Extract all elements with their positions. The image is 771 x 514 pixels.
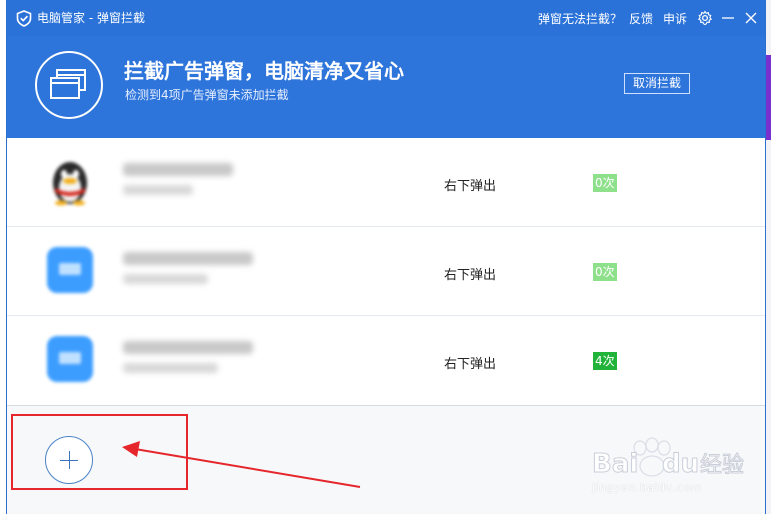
app-icon xyxy=(47,247,93,293)
feedback-link[interactable]: 反馈 xyxy=(629,10,653,27)
header-banner: 拦截广告弹窗，电脑清净又省心 检测到4项广告弹窗未添加拦截 取消拦截 xyxy=(7,36,765,138)
app-name-blurred xyxy=(123,252,253,265)
app-name-blurred xyxy=(123,163,233,176)
title-bar[interactable]: 电脑管家 - 弹窗拦截 弹窗无法拦截？ 反馈 申诉 xyxy=(7,0,765,36)
window-title: 电脑管家 - 弹窗拦截 xyxy=(37,11,145,25)
highlight-box xyxy=(11,414,188,490)
svg-text:经验: 经验 xyxy=(700,453,744,478)
svg-text:du: du xyxy=(662,449,699,479)
watermark-url: jingyan.baidu.com xyxy=(592,481,703,494)
close-icon[interactable] xyxy=(743,10,759,26)
minimize-icon[interactable] xyxy=(720,10,736,26)
cannot-block-link[interactable]: 弹窗无法拦截？ xyxy=(538,10,622,27)
app-desc-blurred xyxy=(123,363,218,373)
screen: 电脑管家 - 弹窗拦截 弹窗无法拦截？ 反馈 申诉 拦截广告弹窗，电脑清净又省心… xyxy=(0,0,771,514)
block-count-badge: 4次 xyxy=(593,352,617,370)
qq-penguin-icon xyxy=(53,162,87,206)
window-block-icon xyxy=(35,51,103,119)
complaint-link[interactable]: 申诉 xyxy=(663,10,687,27)
block-count-badge: 0次 xyxy=(593,174,617,192)
list-item[interactable]: 右下弹出 0次 xyxy=(7,227,765,316)
popup-position: 右下弹出 xyxy=(444,179,497,194)
popup-position: 右下弹出 xyxy=(444,268,497,283)
popup-windows-icon xyxy=(50,69,86,99)
gear-icon[interactable] xyxy=(697,10,713,26)
app-desc-blurred xyxy=(123,274,208,284)
svg-text:Bai: Bai xyxy=(592,449,638,479)
app-name-blurred xyxy=(123,341,253,354)
list-item[interactable]: 右下弹出 0次 xyxy=(7,138,765,227)
block-count-badge: 0次 xyxy=(593,263,617,281)
shield-logo-icon xyxy=(16,10,32,27)
background-window xyxy=(766,0,771,514)
list-item[interactable]: 右下弹出 4次 xyxy=(7,316,765,406)
popup-position: 右下弹出 xyxy=(444,357,497,372)
banner-subtitle: 检测到4项广告弹窗未添加拦截 xyxy=(125,88,289,102)
app-icon xyxy=(47,336,93,382)
background-accent xyxy=(766,55,771,140)
banner-title: 拦截广告弹窗，电脑清净又省心 xyxy=(124,59,404,83)
app-desc-blurred xyxy=(123,185,193,195)
cancel-block-button[interactable]: 取消拦截 xyxy=(624,73,690,94)
